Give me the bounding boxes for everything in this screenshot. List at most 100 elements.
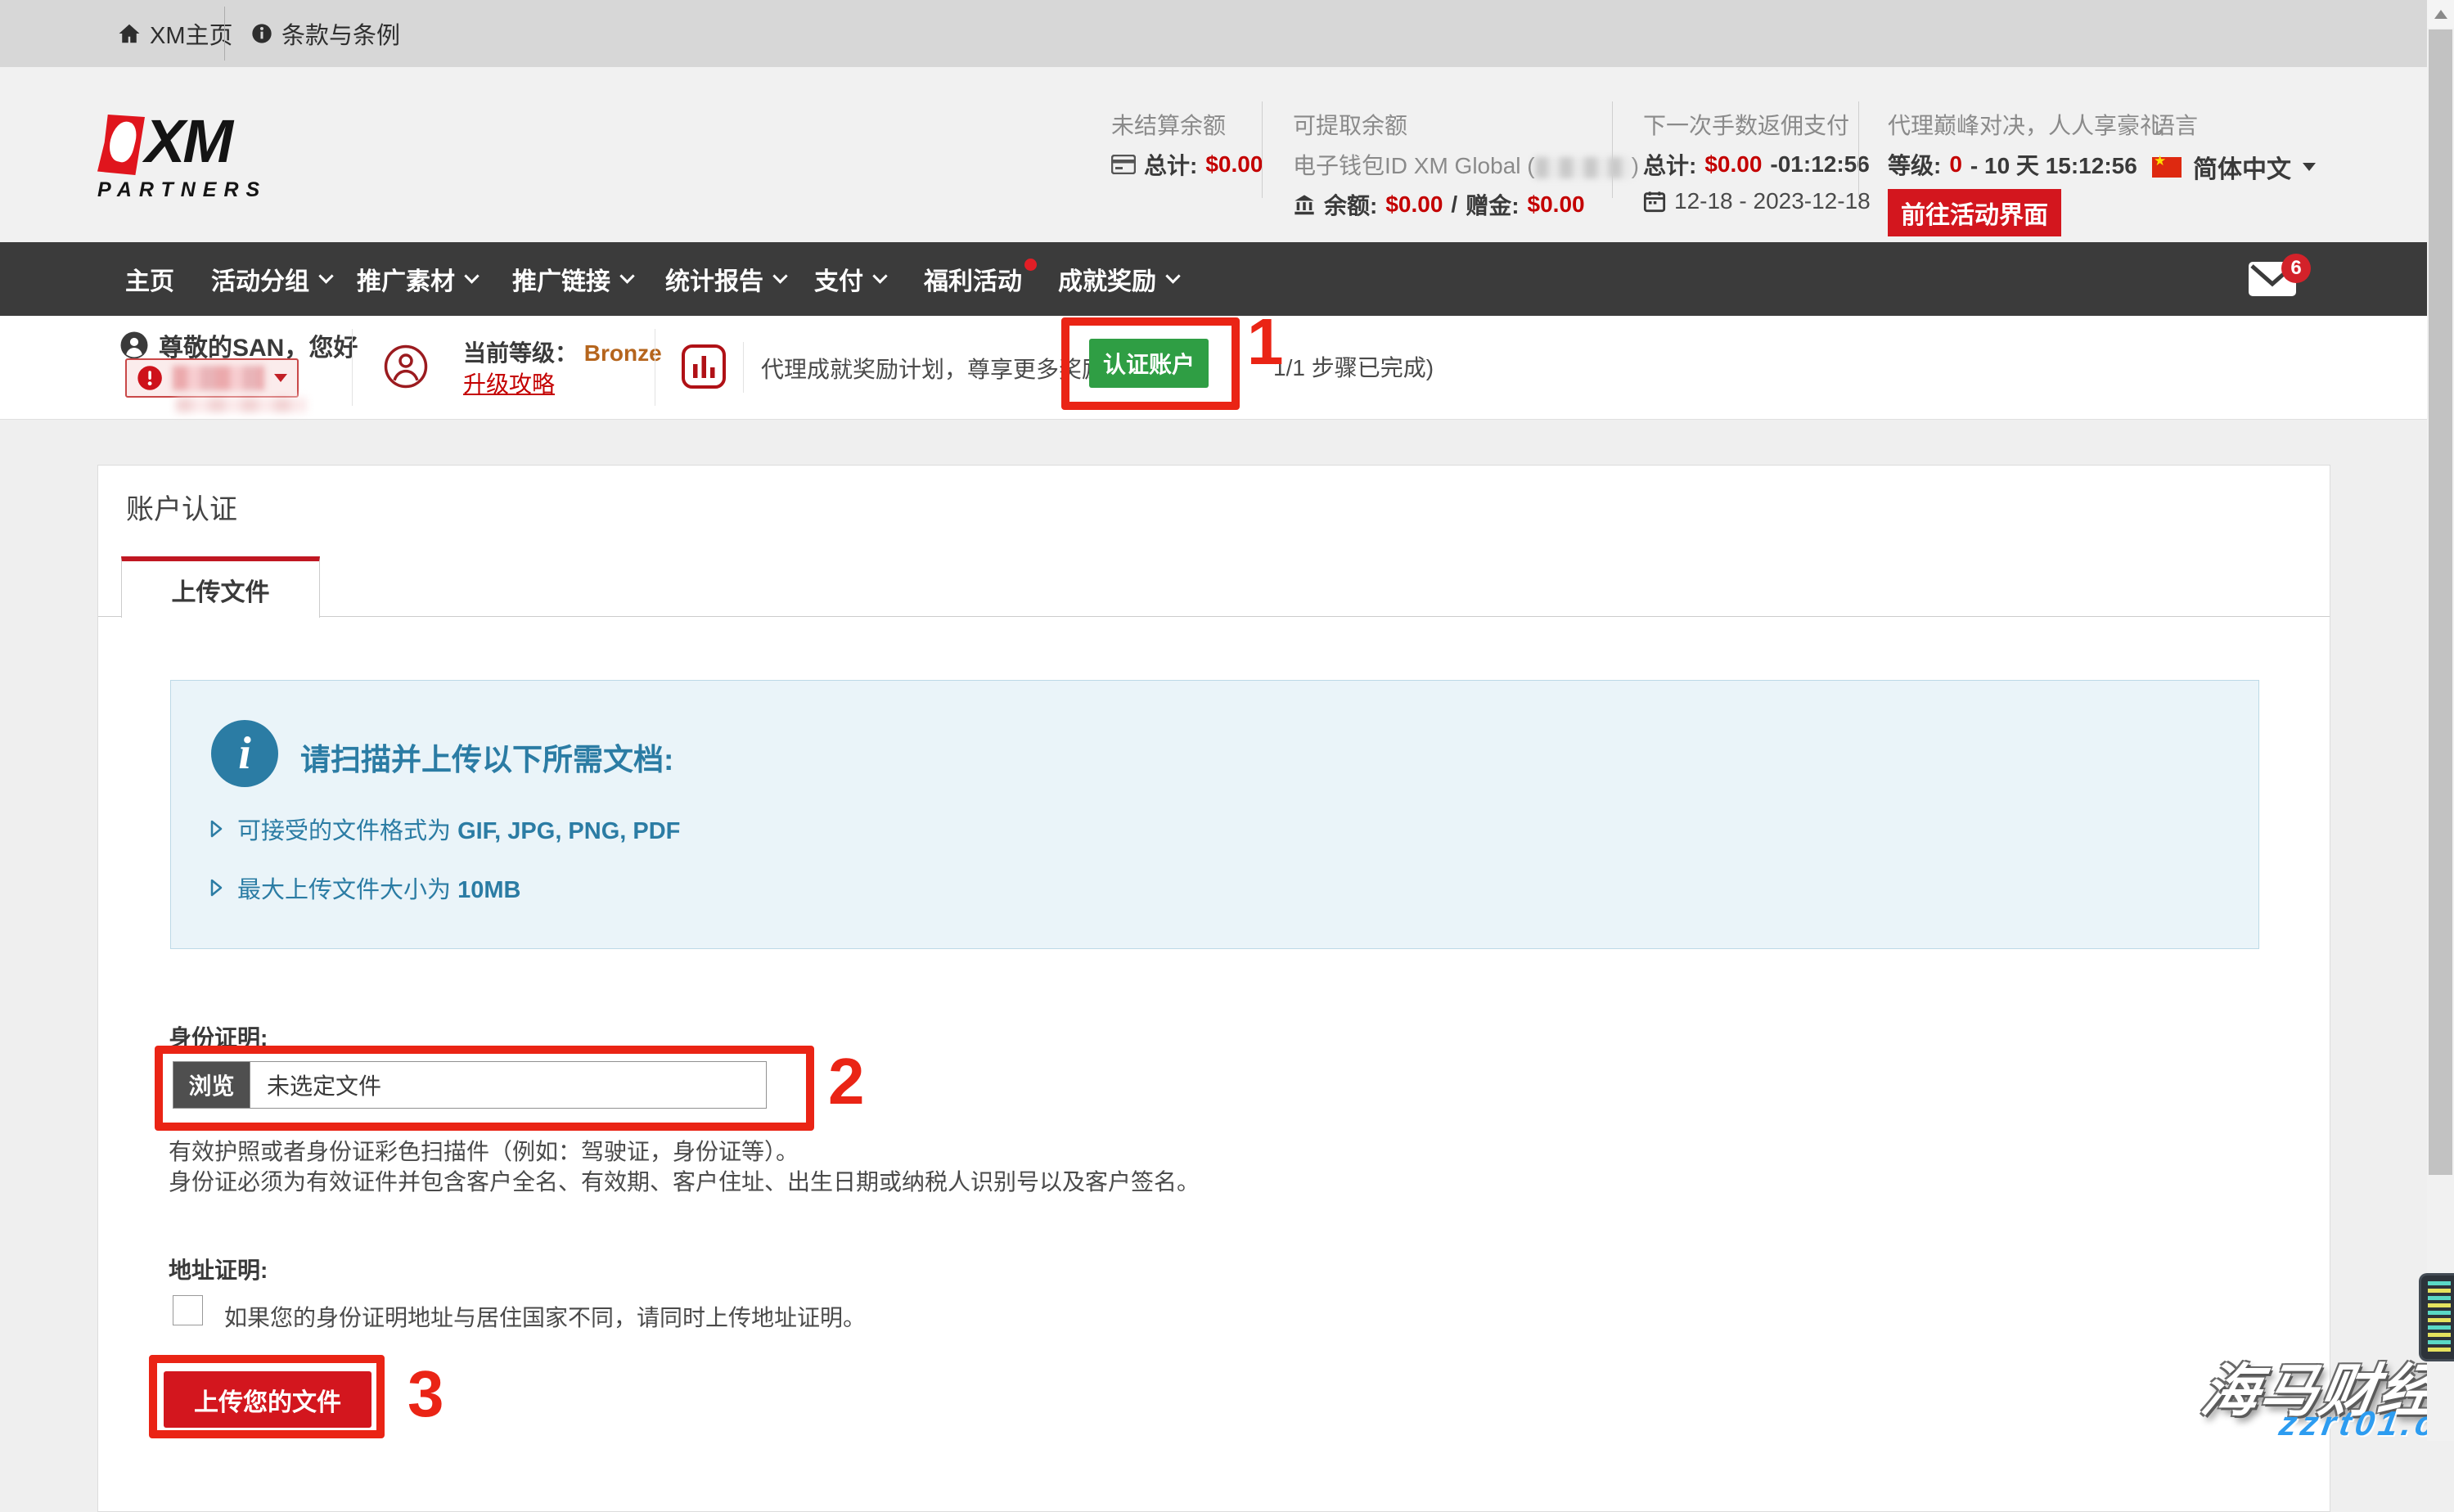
next-payout-label: 下一次手数返佣支付	[1643, 108, 1871, 141]
header-divider	[1858, 101, 1859, 198]
nav-achievement-rewards[interactable]: 成就奖励	[1058, 242, 1178, 316]
header-divider	[1262, 101, 1263, 198]
home-icon	[117, 21, 142, 46]
account-blur-overflow	[176, 398, 307, 412]
terms-link[interactable]: 条款与条例	[250, 0, 400, 67]
contest-label: 代理巅峰对决，人人享豪礼	[1888, 108, 2163, 141]
bank-icon	[1293, 193, 1316, 216]
accepted-formats-bullet: 可接受的文件格式为 GIF, JPG, PNG, PDF	[209, 812, 680, 846]
xm-partners-logo[interactable]: XM PARTNERS	[97, 115, 267, 202]
nav-payments[interactable]: 支付	[814, 242, 885, 316]
next-total-label: 总计:	[1643, 148, 1696, 181]
bonus-label: 赠金:	[1466, 188, 1519, 221]
top-utility-bar: XM主页 条款与条例	[0, 0, 2454, 67]
china-flag-icon	[2152, 157, 2182, 178]
language-section: 语言 简体中文	[2152, 108, 2316, 185]
chevron-down-icon	[1165, 268, 1180, 283]
accepted-formats-value: GIF, JPG, PNG, PDF	[457, 818, 680, 844]
nav-activity-groups[interactable]: 活动分组	[211, 242, 331, 316]
nav-promo-links[interactable]: 推广链接	[512, 242, 633, 316]
scrollbar[interactable]	[2427, 0, 2454, 1441]
annotation-number-2: 2	[828, 1049, 865, 1114]
xm-home-link[interactable]: XM主页	[117, 0, 233, 67]
unsettled-total-label: 总计:	[1144, 148, 1197, 181]
address-proof-label: 地址证明:	[169, 1253, 268, 1285]
max-size-value: 10MB	[457, 877, 520, 903]
browser-extension-widget[interactable]	[2419, 1273, 2454, 1361]
steps-completed-text: 1/1 步骤已完成)	[1273, 350, 1434, 383]
level-person-icon	[383, 344, 429, 394]
topbar-divider	[224, 7, 225, 61]
chevron-down-icon	[274, 374, 287, 382]
instructions-heading: 请扫描并上传以下所需文档:	[300, 735, 673, 779]
arrow-up-icon	[2434, 10, 2447, 19]
header-divider	[1612, 101, 1613, 198]
main-nav: 主页 活动分组 推广素材 推广链接 统计报告 支付 福利活动 成就奖励 6	[0, 242, 2454, 316]
unsettled-label: 未结算余额	[1111, 108, 1263, 141]
annotation-number-1: 1	[1247, 309, 1284, 375]
chevron-down-icon	[772, 268, 787, 283]
card-icon	[1111, 155, 1136, 174]
tab-upload-files[interactable]: 上传文件	[121, 556, 320, 618]
annotation-number-3: 3	[407, 1361, 444, 1427]
account-dropdown[interactable]	[125, 358, 299, 398]
chevron-down-icon	[619, 268, 634, 283]
info-icon	[250, 22, 273, 45]
level-suffix: - 10 天 15:12:56	[1970, 148, 2137, 181]
inbox-badge: 6	[2281, 254, 2311, 283]
logo-subtitle: PARTNERS	[97, 178, 267, 202]
userbar-divider	[743, 342, 744, 393]
bonus-value: $0.00	[1528, 191, 1585, 218]
wallet-id-blur	[1535, 157, 1632, 178]
level-label: 等级:	[1888, 148, 1941, 181]
withdrawable-balance-section: 可提取余额 电子钱包ID XM Global () 余额: $0.00 / 赠金…	[1293, 108, 1639, 221]
verify-account-button[interactable]: 认证账户	[1089, 339, 1209, 388]
balance-value: $0.00	[1385, 191, 1443, 218]
chevron-down-icon	[872, 268, 887, 283]
userbar-divider	[352, 329, 353, 406]
payout-countdown: -01:12:56	[1770, 151, 1869, 178]
identity-helper-text: 有效护照或者身份证彩色扫描件（例如：驾驶证，身份证等）。 身份证必须为有效证件并…	[169, 1136, 1200, 1197]
scroll-up-button[interactable]	[2427, 0, 2454, 28]
language-selected: 简体中文	[2193, 149, 2291, 185]
account-number-blur	[173, 366, 264, 390]
next-payout-section: 下一次手数返佣支付 总计: $0.00 -01:12:56 12-18 - 20…	[1643, 108, 1871, 214]
header: XM PARTNERS 未结算余额 总计: $0.00 可提取余额 电子钱包ID…	[0, 67, 2454, 242]
chevron-down-icon	[464, 268, 479, 283]
language-label: 语言	[2152, 108, 2316, 141]
go-to-activity-button[interactable]: 前往活动界面	[1888, 189, 2061, 236]
nav-statistics-reports[interactable]: 统计报告	[665, 242, 786, 316]
address-proof-checkbox[interactable]	[173, 1295, 203, 1325]
triangle-bullet-icon	[209, 819, 224, 839]
upgrade-guide-link[interactable]: 升级攻略	[463, 367, 555, 399]
language-selector[interactable]: 简体中文	[2152, 149, 2316, 185]
equalizer-icon	[2428, 1281, 2451, 1353]
payout-date-range: 12-18 - 2023-12-18	[1674, 188, 1871, 214]
bull-logo-icon	[97, 115, 145, 175]
unsettled-balance-section: 未结算余额 总计: $0.00	[1111, 108, 1263, 181]
max-size-bullet: 最大上传文件大小为 10MB	[209, 871, 520, 905]
warning-icon	[137, 364, 163, 392]
contest-section: 代理巅峰对决，人人享豪礼 等级: 0 - 10 天 15:12:56 前往活动界…	[1888, 108, 2163, 236]
level-value: 0	[1949, 151, 1962, 178]
nav-benefits[interactable]: 福利活动	[924, 242, 1022, 316]
nav-home[interactable]: 主页	[125, 242, 174, 316]
annotation-box-3	[149, 1355, 385, 1438]
user-icon	[119, 331, 149, 360]
inbox-button[interactable]: 6	[2249, 242, 2296, 316]
nav-promo-materials[interactable]: 推广素材	[357, 242, 477, 316]
triangle-bullet-icon	[209, 878, 224, 898]
annotation-box-2	[155, 1046, 814, 1131]
withdrawable-label: 可提取余额	[1293, 108, 1639, 141]
chevron-down-icon	[2303, 163, 2316, 171]
unsettled-total-value: $0.00	[1205, 151, 1263, 178]
tab-divider-line	[98, 616, 2330, 617]
balance-label: 余额:	[1324, 188, 1377, 221]
scrollbar-thumb[interactable]	[2429, 29, 2452, 1175]
upload-instructions-box: i 请扫描并上传以下所需文档: 可接受的文件格式为 GIF, JPG, PNG,…	[170, 680, 2259, 949]
info-circle-icon: i	[211, 720, 278, 787]
terms-label: 条款与条例	[281, 16, 400, 51]
address-proof-checkbox-label: 如果您的身份证明地址与居住国家不同，请同时上传地址证明。	[224, 1300, 866, 1333]
current-level: 当前等级： Bronze	[463, 335, 662, 368]
logo-brand: XM	[145, 115, 231, 169]
